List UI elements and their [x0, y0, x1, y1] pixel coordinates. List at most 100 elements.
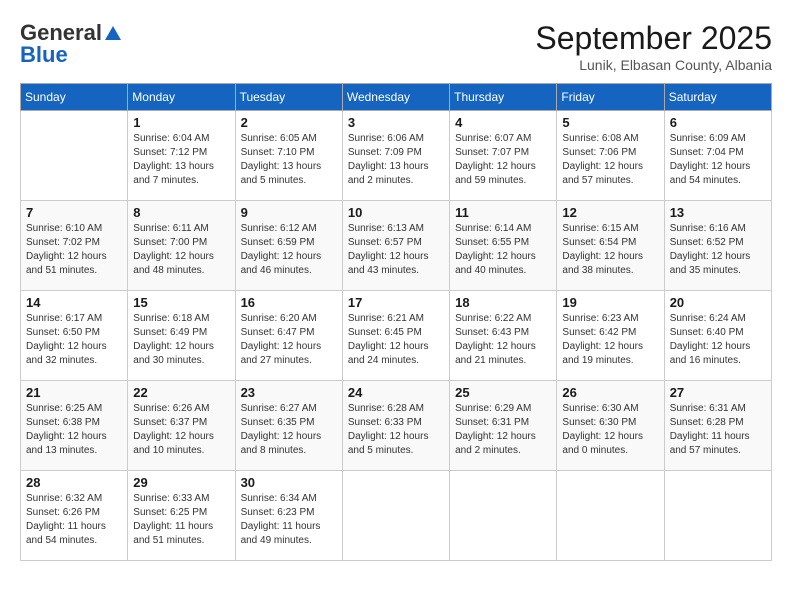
calendar-cell: 1 Sunrise: 6:04 AMSunset: 7:12 PMDayligh… — [128, 111, 235, 201]
calendar-cell: 8 Sunrise: 6:11 AMSunset: 7:00 PMDayligh… — [128, 201, 235, 291]
calendar-cell — [557, 471, 664, 561]
day-info: Sunrise: 6:28 AMSunset: 6:33 PMDaylight:… — [348, 402, 444, 458]
day-number: 1 — [133, 115, 229, 130]
day-number: 8 — [133, 205, 229, 220]
calendar-cell: 27 Sunrise: 6:31 AMSunset: 6:28 PMDaylig… — [664, 381, 771, 471]
calendar-header-thursday: Thursday — [450, 84, 557, 111]
calendar-cell: 2 Sunrise: 6:05 AMSunset: 7:10 PMDayligh… — [235, 111, 342, 201]
day-number: 21 — [26, 385, 122, 400]
day-info: Sunrise: 6:30 AMSunset: 6:30 PMDaylight:… — [562, 402, 658, 458]
calendar-cell: 29 Sunrise: 6:33 AMSunset: 6:25 PMDaylig… — [128, 471, 235, 561]
day-info: Sunrise: 6:31 AMSunset: 6:28 PMDaylight:… — [670, 402, 766, 458]
calendar-cell: 24 Sunrise: 6:28 AMSunset: 6:33 PMDaylig… — [342, 381, 449, 471]
location-text: Lunik, Elbasan County, Albania — [535, 57, 772, 73]
day-info: Sunrise: 6:25 AMSunset: 6:38 PMDaylight:… — [26, 402, 122, 458]
day-number: 11 — [455, 205, 551, 220]
day-info: Sunrise: 6:12 AMSunset: 6:59 PMDaylight:… — [241, 222, 337, 278]
calendar-cell: 30 Sunrise: 6:34 AMSunset: 6:23 PMDaylig… — [235, 471, 342, 561]
calendar-cell: 15 Sunrise: 6:18 AMSunset: 6:49 PMDaylig… — [128, 291, 235, 381]
calendar-cell: 25 Sunrise: 6:29 AMSunset: 6:31 PMDaylig… — [450, 381, 557, 471]
day-info: Sunrise: 6:08 AMSunset: 7:06 PMDaylight:… — [562, 132, 658, 188]
day-number: 3 — [348, 115, 444, 130]
day-info: Sunrise: 6:24 AMSunset: 6:40 PMDaylight:… — [670, 312, 766, 368]
calendar-cell: 16 Sunrise: 6:20 AMSunset: 6:47 PMDaylig… — [235, 291, 342, 381]
calendar-header-tuesday: Tuesday — [235, 84, 342, 111]
day-info: Sunrise: 6:33 AMSunset: 6:25 PMDaylight:… — [133, 492, 229, 548]
logo-blue-text: Blue — [20, 42, 68, 68]
day-number: 7 — [26, 205, 122, 220]
calendar-cell: 18 Sunrise: 6:22 AMSunset: 6:43 PMDaylig… — [450, 291, 557, 381]
day-info: Sunrise: 6:21 AMSunset: 6:45 PMDaylight:… — [348, 312, 444, 368]
day-info: Sunrise: 6:29 AMSunset: 6:31 PMDaylight:… — [455, 402, 551, 458]
day-number: 5 — [562, 115, 658, 130]
calendar-week-row: 28 Sunrise: 6:32 AMSunset: 6:26 PMDaylig… — [21, 471, 772, 561]
day-info: Sunrise: 6:05 AMSunset: 7:10 PMDaylight:… — [241, 132, 337, 188]
calendar-header-wednesday: Wednesday — [342, 84, 449, 111]
day-info: Sunrise: 6:22 AMSunset: 6:43 PMDaylight:… — [455, 312, 551, 368]
day-info: Sunrise: 6:10 AMSunset: 7:02 PMDaylight:… — [26, 222, 122, 278]
calendar-week-row: 1 Sunrise: 6:04 AMSunset: 7:12 PMDayligh… — [21, 111, 772, 201]
day-number: 15 — [133, 295, 229, 310]
calendar-cell: 17 Sunrise: 6:21 AMSunset: 6:45 PMDaylig… — [342, 291, 449, 381]
calendar-cell: 20 Sunrise: 6:24 AMSunset: 6:40 PMDaylig… — [664, 291, 771, 381]
day-number: 9 — [241, 205, 337, 220]
calendar-header-row: SundayMondayTuesdayWednesdayThursdayFrid… — [21, 84, 772, 111]
calendar-cell: 23 Sunrise: 6:27 AMSunset: 6:35 PMDaylig… — [235, 381, 342, 471]
day-info: Sunrise: 6:06 AMSunset: 7:09 PMDaylight:… — [348, 132, 444, 188]
day-number: 29 — [133, 475, 229, 490]
calendar-table: SundayMondayTuesdayWednesdayThursdayFrid… — [20, 83, 772, 561]
calendar-header-sunday: Sunday — [21, 84, 128, 111]
calendar-week-row: 21 Sunrise: 6:25 AMSunset: 6:38 PMDaylig… — [21, 381, 772, 471]
calendar-cell — [450, 471, 557, 561]
day-number: 14 — [26, 295, 122, 310]
day-number: 12 — [562, 205, 658, 220]
day-number: 25 — [455, 385, 551, 400]
day-info: Sunrise: 6:07 AMSunset: 7:07 PMDaylight:… — [455, 132, 551, 188]
calendar-cell: 26 Sunrise: 6:30 AMSunset: 6:30 PMDaylig… — [557, 381, 664, 471]
header: General Blue September 2025 Lunik, Elbas… — [20, 20, 772, 73]
month-title: September 2025 — [535, 20, 772, 57]
calendar-cell — [21, 111, 128, 201]
day-number: 10 — [348, 205, 444, 220]
calendar-header-friday: Friday — [557, 84, 664, 111]
day-info: Sunrise: 6:23 AMSunset: 6:42 PMDaylight:… — [562, 312, 658, 368]
day-number: 19 — [562, 295, 658, 310]
day-info: Sunrise: 6:09 AMSunset: 7:04 PMDaylight:… — [670, 132, 766, 188]
day-number: 26 — [562, 385, 658, 400]
calendar-cell: 28 Sunrise: 6:32 AMSunset: 6:26 PMDaylig… — [21, 471, 128, 561]
day-number: 18 — [455, 295, 551, 310]
day-number: 2 — [241, 115, 337, 130]
day-number: 27 — [670, 385, 766, 400]
day-number: 28 — [26, 475, 122, 490]
calendar-header-saturday: Saturday — [664, 84, 771, 111]
day-info: Sunrise: 6:18 AMSunset: 6:49 PMDaylight:… — [133, 312, 229, 368]
calendar-cell: 14 Sunrise: 6:17 AMSunset: 6:50 PMDaylig… — [21, 291, 128, 381]
calendar-week-row: 7 Sunrise: 6:10 AMSunset: 7:02 PMDayligh… — [21, 201, 772, 291]
day-info: Sunrise: 6:04 AMSunset: 7:12 PMDaylight:… — [133, 132, 229, 188]
calendar-cell: 4 Sunrise: 6:07 AMSunset: 7:07 PMDayligh… — [450, 111, 557, 201]
logo-triangle-icon — [104, 24, 122, 42]
calendar-cell — [342, 471, 449, 561]
day-number: 24 — [348, 385, 444, 400]
calendar-cell: 22 Sunrise: 6:26 AMSunset: 6:37 PMDaylig… — [128, 381, 235, 471]
day-info: Sunrise: 6:16 AMSunset: 6:52 PMDaylight:… — [670, 222, 766, 278]
day-number: 30 — [241, 475, 337, 490]
calendar-cell: 10 Sunrise: 6:13 AMSunset: 6:57 PMDaylig… — [342, 201, 449, 291]
day-number: 23 — [241, 385, 337, 400]
calendar-cell: 11 Sunrise: 6:14 AMSunset: 6:55 PMDaylig… — [450, 201, 557, 291]
calendar-cell: 3 Sunrise: 6:06 AMSunset: 7:09 PMDayligh… — [342, 111, 449, 201]
calendar-cell: 5 Sunrise: 6:08 AMSunset: 7:06 PMDayligh… — [557, 111, 664, 201]
day-info: Sunrise: 6:13 AMSunset: 6:57 PMDaylight:… — [348, 222, 444, 278]
day-info: Sunrise: 6:15 AMSunset: 6:54 PMDaylight:… — [562, 222, 658, 278]
day-info: Sunrise: 6:11 AMSunset: 7:00 PMDaylight:… — [133, 222, 229, 278]
day-info: Sunrise: 6:14 AMSunset: 6:55 PMDaylight:… — [455, 222, 551, 278]
calendar-week-row: 14 Sunrise: 6:17 AMSunset: 6:50 PMDaylig… — [21, 291, 772, 381]
logo: General Blue — [20, 20, 122, 68]
day-info: Sunrise: 6:27 AMSunset: 6:35 PMDaylight:… — [241, 402, 337, 458]
day-info: Sunrise: 6:17 AMSunset: 6:50 PMDaylight:… — [26, 312, 122, 368]
title-area: September 2025 Lunik, Elbasan County, Al… — [535, 20, 772, 73]
day-number: 20 — [670, 295, 766, 310]
calendar-cell: 19 Sunrise: 6:23 AMSunset: 6:42 PMDaylig… — [557, 291, 664, 381]
day-number: 17 — [348, 295, 444, 310]
day-number: 22 — [133, 385, 229, 400]
